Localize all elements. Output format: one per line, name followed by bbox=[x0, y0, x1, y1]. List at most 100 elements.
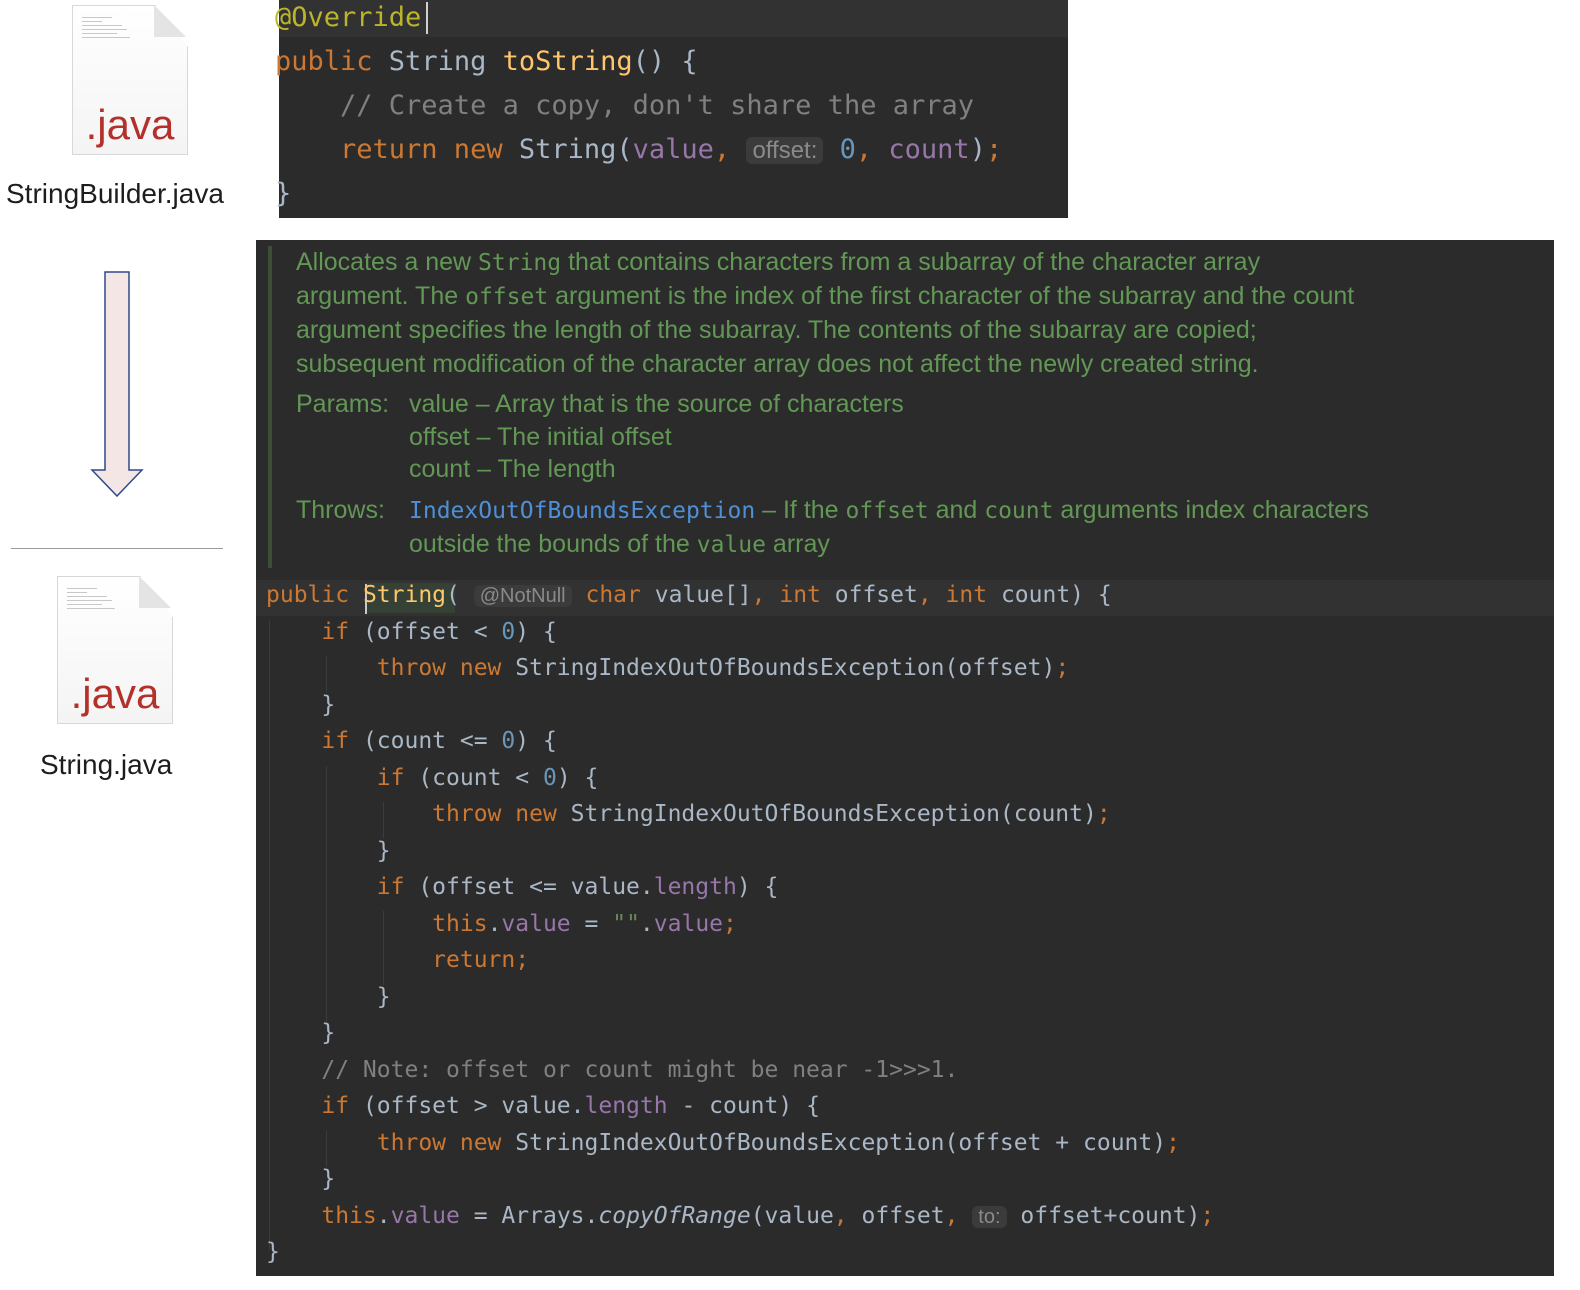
code-token: value[] bbox=[654, 582, 752, 608]
code-token: length bbox=[653, 874, 737, 900]
constructor-code-line: // Note: offset or count might be near -… bbox=[266, 1057, 958, 1083]
code-token: 0 bbox=[823, 134, 856, 165]
code-token: value bbox=[501, 910, 571, 937]
code-token: , bbox=[751, 582, 780, 608]
stringbuilder-file-name: StringBuilder.java bbox=[6, 178, 224, 209]
parameter-hint: @NotNull bbox=[473, 585, 572, 607]
tostring-code-line: @Override bbox=[275, 2, 421, 33]
string-file-icon[interactable]: .java bbox=[57, 576, 173, 726]
code-token: 0 bbox=[501, 728, 516, 754]
doc-text: that contains characters from a subarray… bbox=[561, 248, 1261, 276]
code-token: ( bbox=[446, 582, 474, 608]
code-token: (count <= bbox=[362, 728, 502, 754]
doc-description-line: argument. The offset argument is the ind… bbox=[296, 282, 1354, 311]
code-token: ) { bbox=[515, 728, 557, 754]
code-token: offset bbox=[861, 1202, 945, 1229]
code-token: . bbox=[639, 910, 654, 937]
constructor-code-line: this.value = "".value; bbox=[266, 911, 737, 937]
code-token: length bbox=[584, 1093, 668, 1119]
file-extension-label: .java bbox=[85, 101, 175, 148]
code-token: int bbox=[779, 582, 835, 608]
doc-code-token: offset bbox=[845, 498, 929, 524]
code-token: count bbox=[888, 134, 970, 165]
code-token: value bbox=[653, 910, 724, 937]
stringbuilder-file-icon[interactable]: .java bbox=[72, 5, 188, 155]
tostring-code-line: // Create a copy, don't share the array bbox=[275, 90, 974, 121]
code-token: throw new bbox=[376, 655, 516, 681]
doc-code-token: String bbox=[478, 250, 562, 276]
code-token: copyOfRange bbox=[598, 1202, 751, 1229]
code-token: this bbox=[432, 910, 488, 937]
constructor-code-line: if (count <= 0) { bbox=[266, 728, 557, 754]
file-extension-label: .java bbox=[70, 670, 160, 717]
code-token: "" bbox=[612, 910, 640, 937]
code-token: if bbox=[376, 764, 419, 791]
javadoc-panel: Allocates a new String that contains cha… bbox=[256, 240, 1554, 576]
code-token: } bbox=[275, 178, 292, 209]
doc-text: – If the bbox=[755, 496, 846, 524]
doc-text: argument specifies the length of the sub… bbox=[296, 316, 1257, 344]
doc-text: array bbox=[765, 530, 830, 558]
string-file-name: String.java bbox=[40, 749, 173, 780]
constructor-code-line: } bbox=[266, 1166, 335, 1192]
tostring-code-line: public String toString() { bbox=[275, 46, 698, 77]
tostring-code-line: return new String(value, offset: 0, coun… bbox=[275, 134, 1002, 165]
constructor-code-line: } bbox=[266, 1239, 280, 1265]
code-token: (offset > value. bbox=[362, 1093, 585, 1119]
code-token: toString bbox=[502, 46, 633, 77]
tostring-code-panel: @Override public String toString() { // C… bbox=[275, 0, 1068, 218]
code-token: , bbox=[917, 582, 946, 608]
code-token: StringIndexOutOfBoundsException(count) bbox=[570, 801, 1097, 827]
code-token: String( bbox=[518, 134, 633, 165]
constructor-code-line: throw new StringIndexOutOfBoundsExceptio… bbox=[266, 801, 1111, 827]
code-token: ; bbox=[1200, 1202, 1215, 1229]
constructor-code-line: } bbox=[266, 1020, 335, 1046]
code-token: } bbox=[266, 1020, 336, 1046]
text-cursor bbox=[426, 2, 428, 34]
params-label: Params: bbox=[296, 390, 390, 418]
throws-line-1: IndexOutOfBoundsException – If the offse… bbox=[409, 496, 1369, 525]
doc-text: argument. The bbox=[296, 282, 466, 310]
code-token: = Arrays. bbox=[459, 1202, 599, 1229]
code-token: 0 bbox=[501, 618, 516, 645]
constructor-code-line: } bbox=[266, 838, 391, 864]
doc-code-token: offset bbox=[465, 284, 549, 310]
constructor-code-line: if (offset <= value.length) { bbox=[266, 874, 779, 900]
code-token: ; bbox=[1166, 1129, 1180, 1156]
constructor-code-line: return; bbox=[266, 947, 529, 973]
divider bbox=[11, 548, 223, 549]
code-token: offset bbox=[834, 582, 918, 608]
code-token: if bbox=[321, 618, 363, 645]
code-token: // Create a copy, don't share the array bbox=[275, 90, 974, 121]
code-token: ; bbox=[1096, 801, 1111, 827]
doc-text: and bbox=[928, 496, 985, 524]
code-token: StringIndexOutOfBoundsException(offset) bbox=[515, 655, 1056, 681]
doc-description-line: argument specifies the length of the sub… bbox=[296, 316, 1257, 345]
code-token: value bbox=[632, 134, 714, 165]
code-token: (offset <= value. bbox=[418, 874, 654, 900]
code-token: StringIndexOutOfBoundsException(offset +… bbox=[515, 1129, 1167, 1156]
constructor-code-line: throw new StringIndexOutOfBoundsExceptio… bbox=[266, 1130, 1180, 1156]
doc-text: arguments index characters bbox=[1053, 496, 1369, 524]
code-token: , bbox=[855, 134, 889, 165]
code-token: } bbox=[266, 1166, 336, 1192]
parameter-hint: to: bbox=[972, 1205, 1007, 1228]
doc-code-token: value bbox=[696, 532, 766, 558]
code-token: offset+count) bbox=[1006, 1202, 1201, 1229]
code-token: String bbox=[372, 46, 503, 77]
code-token: if bbox=[321, 728, 363, 754]
code-token: this bbox=[321, 1202, 377, 1229]
constructor-code-line: if (offset < 0) { bbox=[266, 618, 556, 645]
down-arrow-icon bbox=[90, 271, 144, 498]
code-token: . bbox=[487, 910, 502, 937]
exception-link[interactable]: IndexOutOfBoundsException bbox=[409, 498, 755, 524]
code-token: } bbox=[266, 1239, 280, 1265]
code-token: // Note: offset or count might be near -… bbox=[266, 1056, 959, 1083]
doc-text: argument is the index of the first chara… bbox=[548, 282, 1355, 310]
code-token: 0 bbox=[542, 764, 557, 791]
